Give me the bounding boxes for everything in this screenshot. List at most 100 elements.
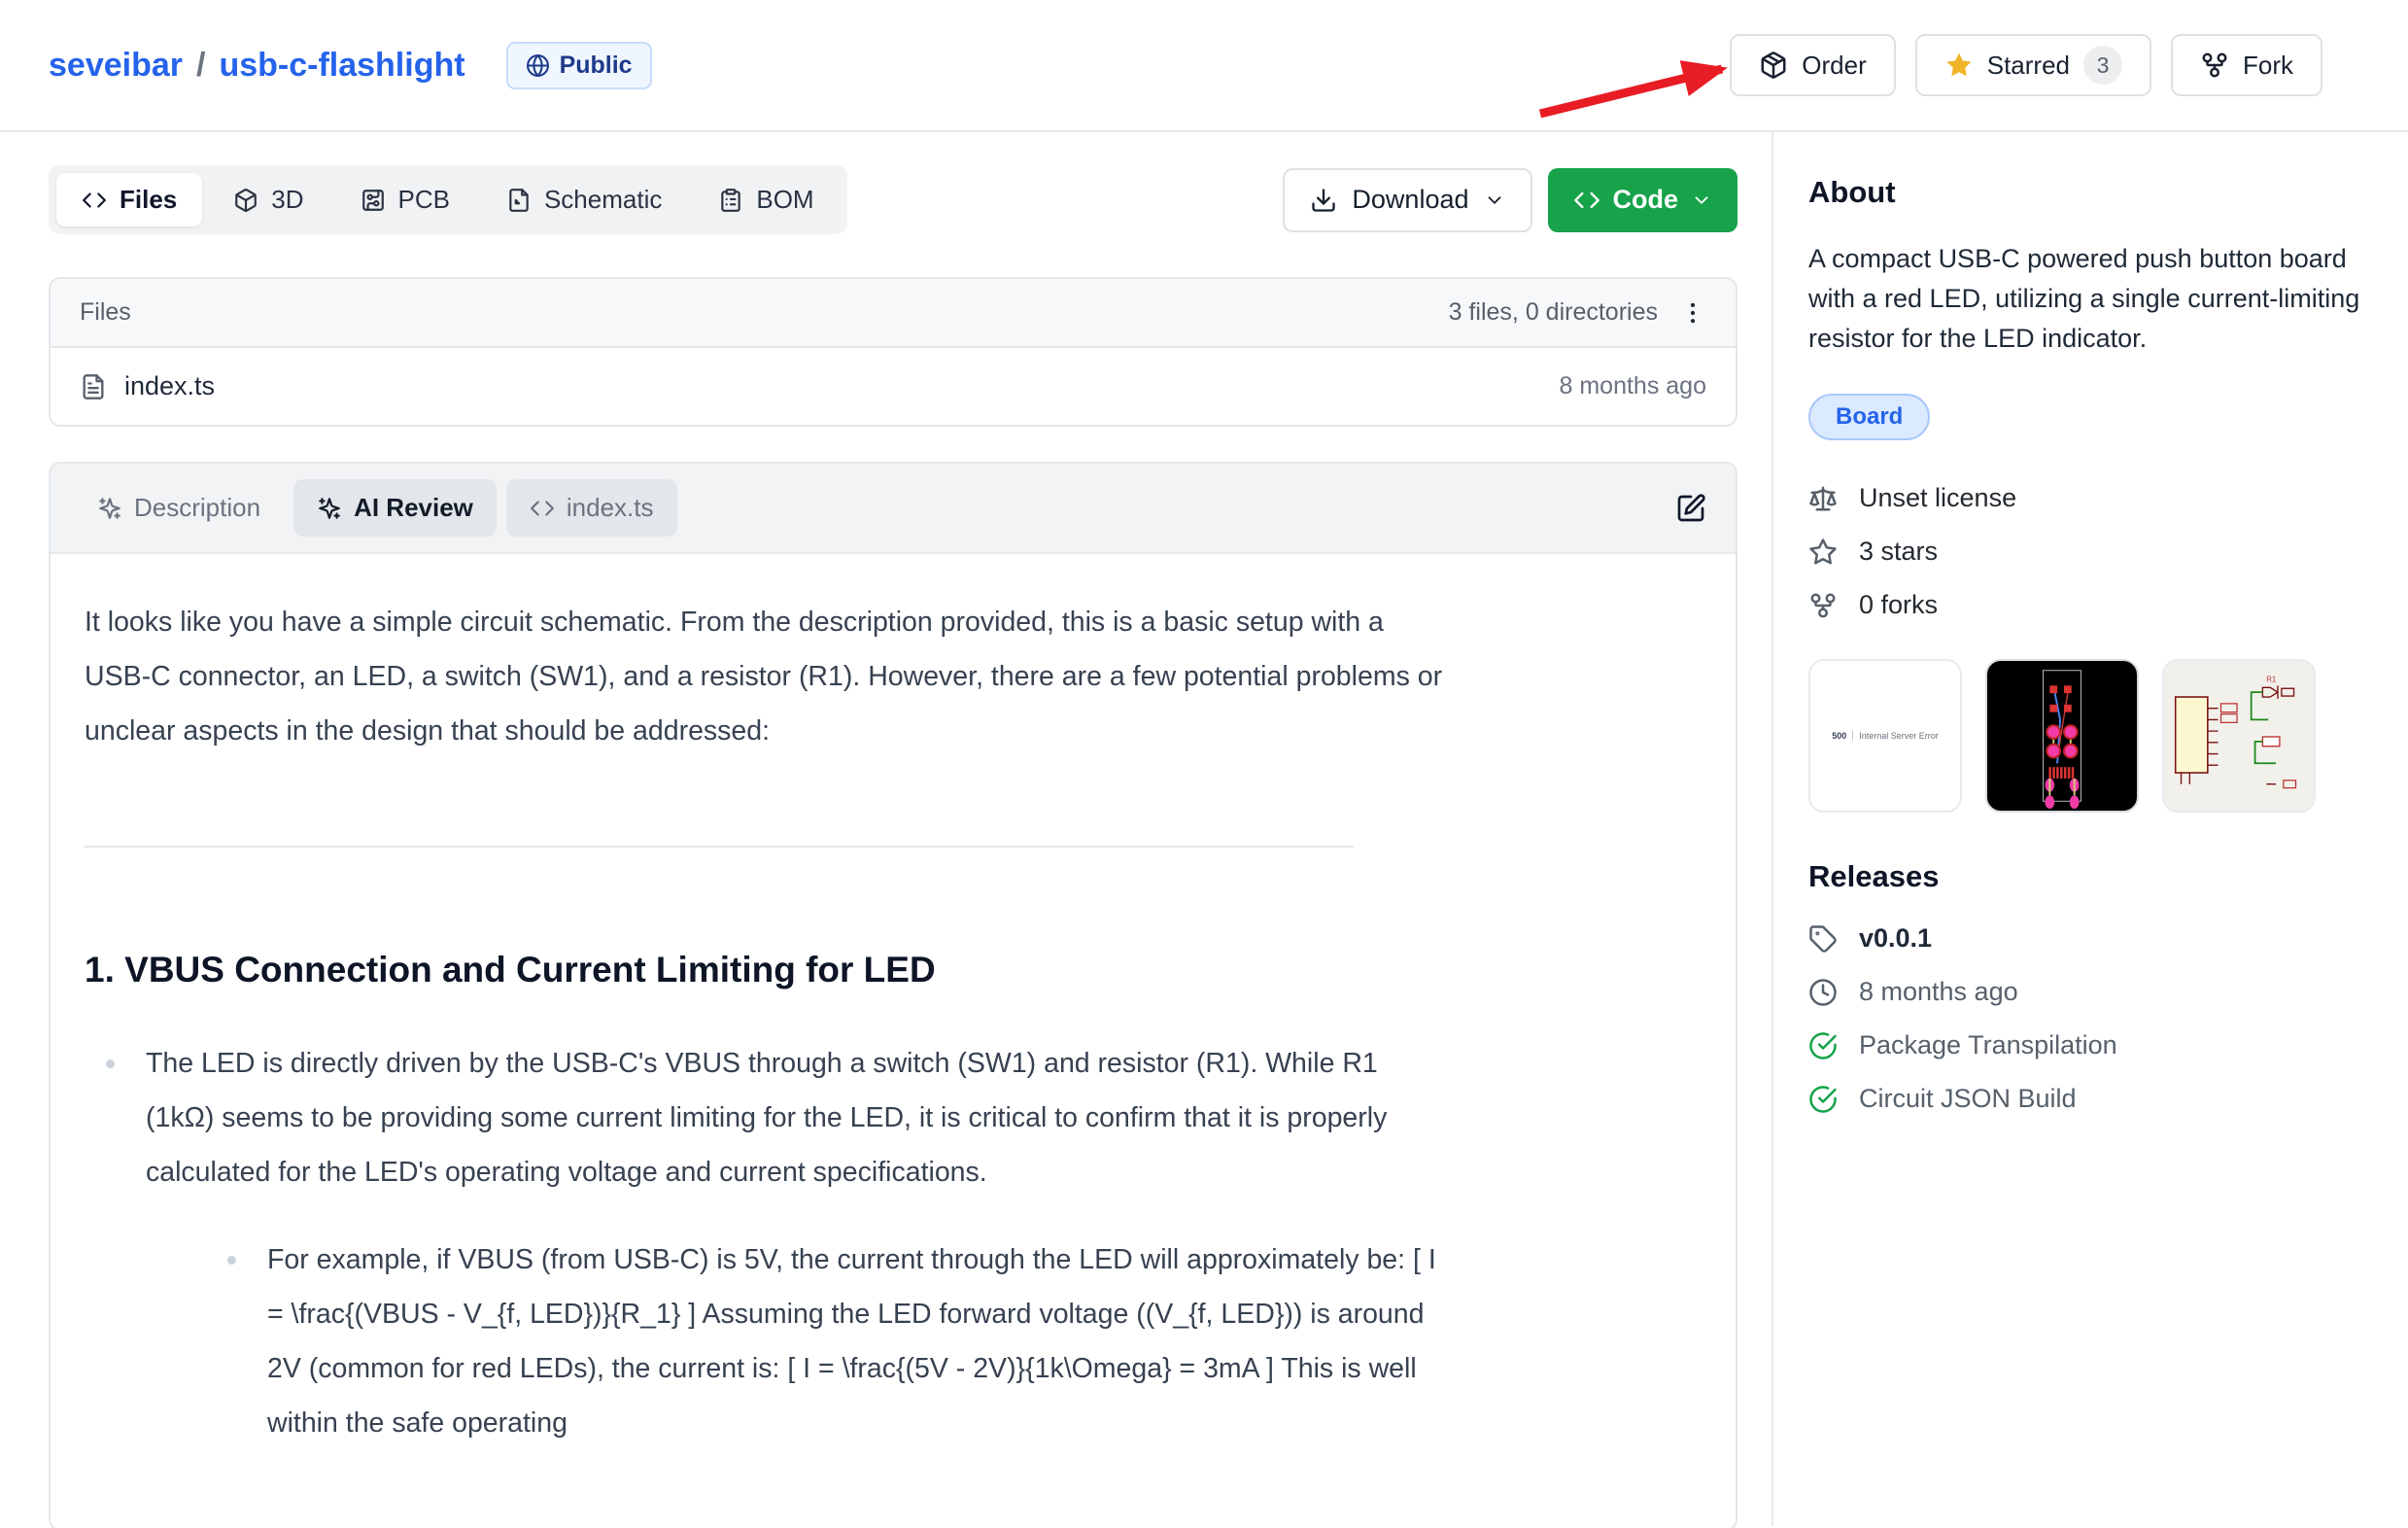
- tab-ai-review-label: AI Review: [354, 493, 473, 523]
- section-heading: 1. VBUS Connection and Current Limiting …: [85, 949, 1450, 991]
- code-button-label: Code: [1613, 185, 1679, 215]
- clock-icon: [1808, 978, 1838, 1007]
- schematic-preview-image: R1: [2164, 659, 2314, 813]
- owner-link[interactable]: seveibar: [49, 47, 183, 85]
- tab-bom-label: BOM: [756, 185, 813, 215]
- download-button[interactable]: Download: [1283, 168, 1531, 232]
- visibility-badge-label: Public: [560, 52, 633, 80]
- license-label: Unset license: [1859, 483, 2016, 513]
- bullet-list: The LED is directly driven by the USB-C'…: [85, 1036, 1450, 1450]
- order-button[interactable]: Order: [1730, 34, 1895, 96]
- view-toolbar: Files 3D PCB Schematic: [49, 165, 1737, 234]
- tab-index-ts-label: index.ts: [567, 493, 654, 523]
- ai-review-paragraph: It looks like you have a simple circuit …: [85, 595, 1450, 758]
- forks-row[interactable]: 0 forks: [1808, 590, 2363, 620]
- chevron-down-icon: [1484, 190, 1505, 211]
- star-icon: [1944, 51, 1974, 80]
- release-check-transpilation: Package Transpilation: [1808, 1030, 2363, 1060]
- board-tag[interactable]: Board: [1808, 394, 1930, 440]
- star-count-badge: 3: [2083, 46, 2122, 85]
- kebab-menu-icon[interactable]: [1679, 299, 1706, 327]
- breadcrumb: seveibar / usb-c-flashlight Public: [49, 42, 652, 89]
- schematic-file-icon: [506, 188, 532, 213]
- tab-description-label: Description: [134, 493, 260, 523]
- check-circle-icon: [1808, 1031, 1838, 1060]
- file-updated: 8 months ago: [1560, 372, 1707, 400]
- list-item: For example, if VBUS (from USB-C) is 5V,…: [206, 1233, 1450, 1450]
- code-icon: [82, 188, 107, 213]
- code-icon: [530, 496, 555, 521]
- list-item: The LED is directly driven by the USB-C'…: [85, 1036, 1450, 1450]
- forks-label: 0 forks: [1859, 590, 1938, 620]
- release-age-row: 8 months ago: [1808, 977, 2363, 1007]
- stars-label: 3 stars: [1859, 537, 1938, 567]
- stars-row[interactable]: 3 stars: [1808, 537, 2363, 567]
- tab-files[interactable]: Files: [56, 173, 202, 226]
- visibility-badge: Public: [506, 42, 652, 89]
- nested-bullet-list: For example, if VBUS (from USB-C) is 5V,…: [146, 1233, 1450, 1450]
- cube-icon: [233, 188, 258, 213]
- globe-icon: [526, 53, 550, 78]
- thumbnail-pcb-preview[interactable]: [1985, 659, 2139, 813]
- download-button-label: Download: [1352, 185, 1468, 215]
- fork-icon: [1808, 591, 1838, 620]
- header-actions: Order Starred 3 Fork: [1730, 34, 2322, 96]
- thumbnail-schematic-preview[interactable]: R1: [2162, 659, 2316, 813]
- tab-pcb-label: PCB: [398, 185, 450, 215]
- content-card-tabs: Description AI Review index.ts: [51, 464, 1736, 554]
- tab-index-ts[interactable]: index.ts: [506, 479, 677, 537]
- fork-icon: [2200, 51, 2229, 80]
- breadcrumb-separator: /: [196, 47, 205, 85]
- circuit-board-icon: [361, 188, 386, 213]
- release-check-label: Circuit JSON Build: [1859, 1084, 2077, 1114]
- tab-schematic[interactable]: Schematic: [481, 173, 687, 226]
- pcb-preview-image: [1987, 659, 2137, 813]
- edit-button[interactable]: [1669, 487, 1712, 530]
- file-icon: [80, 373, 107, 400]
- license-row: Unset license: [1808, 483, 2363, 513]
- files-card-title: Files: [80, 298, 131, 327]
- starred-button[interactable]: Starred 3: [1915, 34, 2151, 96]
- repo-page: seveibar / usb-c-flashlight Public Order…: [0, 0, 2408, 1528]
- tab-bom[interactable]: BOM: [693, 173, 839, 226]
- toolbar-buttons: Download Code: [1283, 168, 1737, 232]
- check-circle-icon: [1808, 1085, 1838, 1114]
- tab-3d-label: 3D: [271, 185, 303, 215]
- about-description: A compact USB-C powered push button boar…: [1808, 239, 2363, 359]
- view-tabs: Files 3D PCB Schematic: [49, 165, 847, 234]
- clipboard-icon: [718, 188, 743, 213]
- thumbnail-error-text: 500Internal Server Error: [1832, 731, 1939, 741]
- star-outline-icon: [1808, 538, 1838, 567]
- tab-description[interactable]: Description: [74, 479, 284, 537]
- tab-pcb[interactable]: PCB: [335, 173, 475, 226]
- edit-pencil-icon: [1675, 493, 1706, 524]
- starred-button-label: Starred: [1987, 51, 2070, 81]
- order-button-label: Order: [1802, 51, 1866, 81]
- chevron-down-icon: [1691, 190, 1712, 211]
- ai-review-content: It looks like you have a simple circuit …: [51, 554, 1450, 1450]
- files-card-header: Files 3 files, 0 directories: [51, 279, 1736, 348]
- preview-thumbnails: 500Internal Server Error: [1808, 659, 2363, 813]
- fork-button[interactable]: Fork: [2171, 34, 2322, 96]
- tag-icon: [1808, 924, 1838, 954]
- scales-icon: [1808, 484, 1838, 513]
- svg-text:R1: R1: [2266, 675, 2276, 683]
- package-icon: [1759, 51, 1788, 80]
- tab-3d[interactable]: 3D: [208, 173, 328, 226]
- bullet-text: For example, if VBUS (from USB-C) is 5V,…: [267, 1244, 1436, 1439]
- file-name[interactable]: index.ts: [124, 371, 215, 401]
- main-column: Files 3D PCB Schematic: [0, 132, 1773, 1526]
- tab-ai-review[interactable]: AI Review: [293, 479, 497, 537]
- thumbnail-3d-preview[interactable]: 500Internal Server Error: [1808, 659, 1962, 813]
- release-version-row[interactable]: v0.0.1: [1808, 923, 2363, 954]
- repo-link[interactable]: usb-c-flashlight: [219, 47, 464, 85]
- bullet-text: The LED is directly driven by the USB-C'…: [146, 1048, 1387, 1188]
- code-icon: [1573, 187, 1600, 214]
- fork-button-label: Fork: [2243, 51, 2293, 81]
- page-header: seveibar / usb-c-flashlight Public Order…: [0, 0, 2408, 132]
- divider: [85, 846, 1354, 848]
- code-button[interactable]: Code: [1548, 168, 1738, 232]
- sparkles-icon: [97, 496, 122, 521]
- release-version-label: v0.0.1: [1859, 923, 1932, 954]
- table-row[interactable]: index.ts 8 months ago: [51, 348, 1736, 425]
